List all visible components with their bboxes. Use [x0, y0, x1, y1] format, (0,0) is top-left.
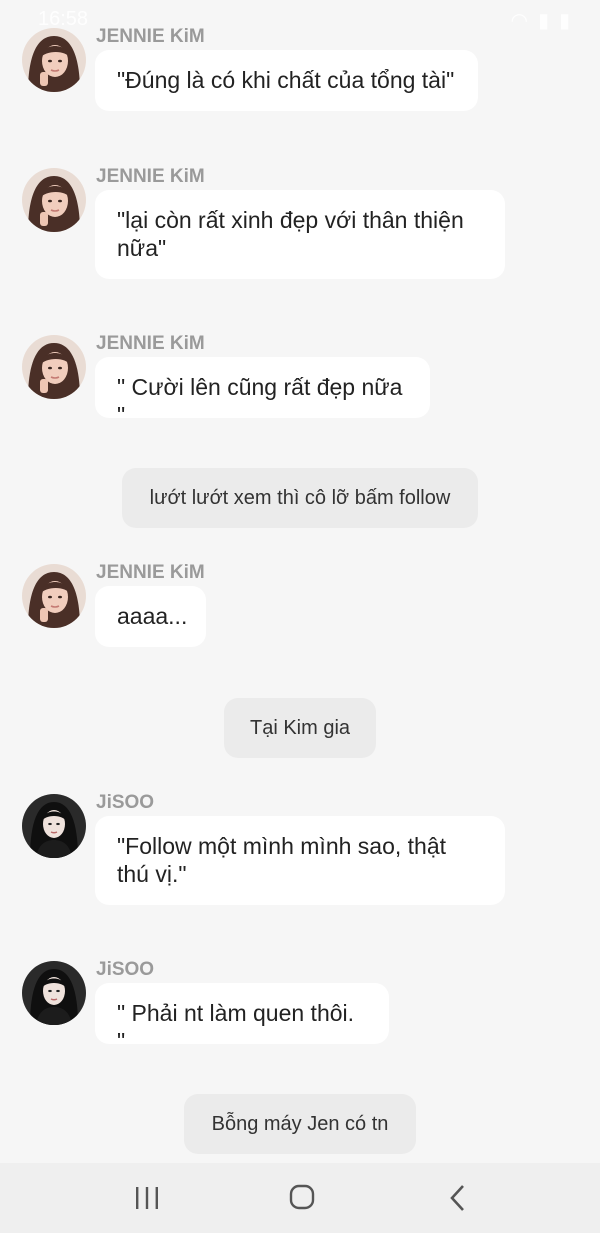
narration-box[interactable]: lướt lướt xem thì cô lỡ bấm follow [122, 468, 478, 528]
jennie-avatar-image [22, 168, 86, 232]
sender-name: JENNIE KiM [96, 562, 205, 583]
message-bubble[interactable]: " Cười lên cũng rất đẹp nữa " [95, 357, 430, 428]
battery-icon: ▮ [558, 10, 570, 32]
message-bubble[interactable]: aaaa... [95, 586, 206, 647]
jisoo-avatar-image [22, 961, 86, 1025]
avatar-jisoo[interactable] [22, 961, 86, 1025]
sender-name: JiSOO [96, 792, 155, 813]
sender-name: JENNIE KiM [96, 26, 205, 47]
sender-name: JENNIE KiM [96, 333, 205, 354]
status-icons: ◠ ▮ ▮ [511, 8, 570, 33]
avatar-jennie[interactable] [22, 335, 86, 399]
jennie-avatar-image [22, 28, 86, 92]
avatar-jennie[interactable] [22, 28, 86, 92]
status-bar: 16:58 ◠ ▮ ▮ [0, 0, 600, 36]
narration-box[interactable]: Tại Kim gia [224, 698, 376, 758]
navigation-bar [0, 1163, 600, 1233]
recent-apps-icon[interactable] [127, 1181, 167, 1215]
avatar-jennie[interactable] [22, 564, 86, 628]
jisoo-avatar-image [22, 794, 86, 858]
narration-box[interactable]: Bỗng máy Jen có tn [184, 1094, 416, 1154]
avatar-jennie[interactable] [22, 168, 86, 232]
message-bubble[interactable]: "lại còn rất xinh đẹp với thân thiện nữa… [95, 190, 505, 279]
avatar-jisoo[interactable] [22, 794, 86, 858]
back-icon[interactable] [438, 1181, 478, 1215]
status-time: 16:58 [38, 8, 89, 30]
message-bubble[interactable]: "Follow một mình mình sao, thật thú vị." [95, 816, 505, 905]
wifi-icon: ◠ [510, 10, 528, 32]
sender-name: JiSOO [96, 959, 155, 980]
sender-name: JENNIE KiM [96, 166, 205, 187]
jennie-avatar-image [22, 335, 86, 399]
signal-icon: ▮ [537, 10, 549, 32]
message-bubble[interactable]: " Phải nt làm quen thôi. " [95, 983, 389, 1054]
message-bubble[interactable]: "Đúng là có khi chất của tổng tài" [95, 50, 478, 111]
home-icon[interactable] [282, 1181, 322, 1215]
jennie-avatar-image [22, 564, 86, 628]
